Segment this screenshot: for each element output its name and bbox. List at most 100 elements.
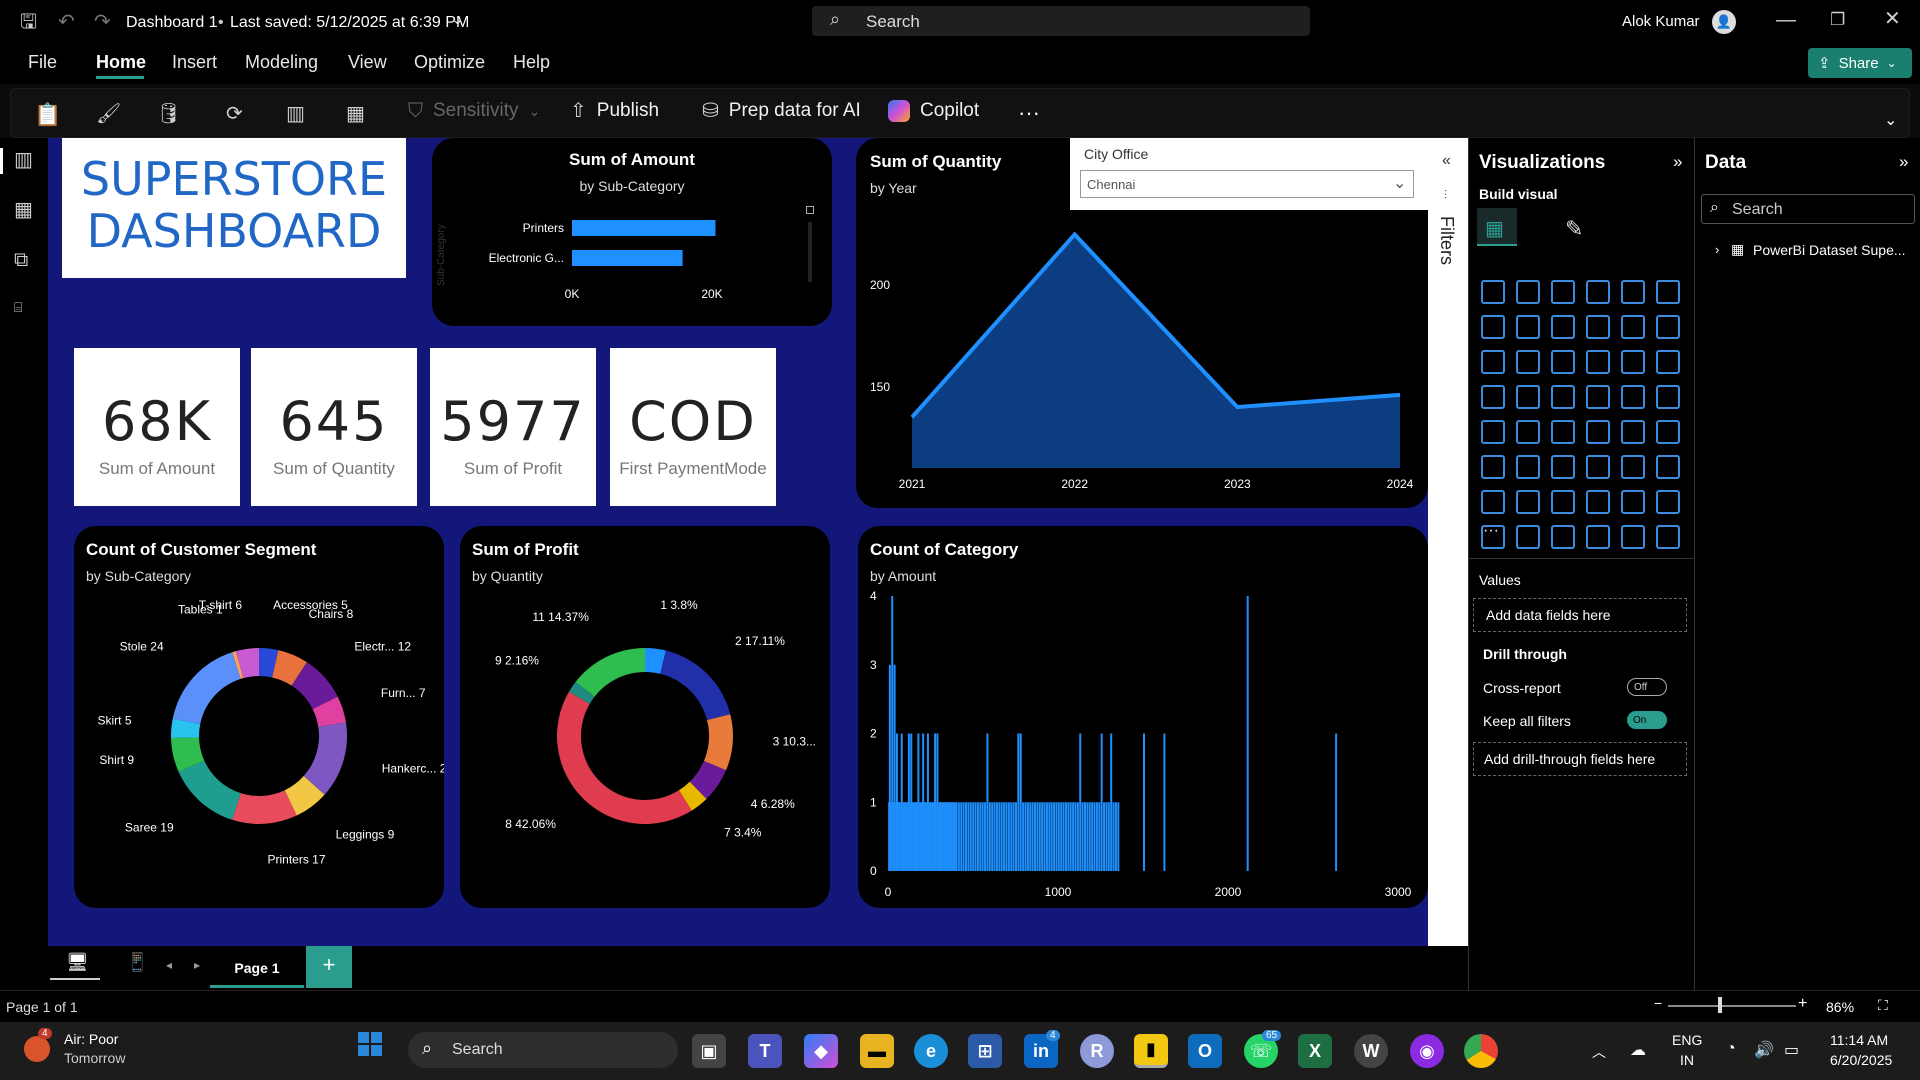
visual-type-icon[interactable] bbox=[1481, 490, 1505, 514]
menu-view[interactable]: View bbox=[348, 52, 387, 73]
visual-type-icon[interactable] bbox=[1656, 455, 1680, 479]
wordpress-icon[interactable]: W bbox=[1354, 1034, 1388, 1068]
donut-card-profit[interactable]: Sum of Profit by Quantity 1 3.8% 2 17.11%… bbox=[460, 526, 830, 908]
bar-card-amount[interactable]: Sum of Amount by Sub-Category Sub-Catego… bbox=[432, 138, 832, 326]
data-search-input[interactable]: ⌕ Search bbox=[1701, 194, 1915, 224]
menu-modeling[interactable]: Modeling bbox=[245, 52, 318, 73]
weather-icon[interactable] bbox=[24, 1036, 50, 1062]
visual-type-icon[interactable] bbox=[1621, 420, 1645, 444]
visual-type-icon[interactable] bbox=[1621, 315, 1645, 339]
r-app-icon[interactable]: R bbox=[1080, 1034, 1114, 1068]
slicer-dropdown[interactable]: Chennai ⌄ bbox=[1080, 170, 1414, 198]
visual-type-icon[interactable] bbox=[1481, 455, 1505, 479]
add-data-fields-well[interactable]: Add data fields here bbox=[1473, 598, 1687, 632]
dataset-name[interactable]: PowerBi Dataset Supe... bbox=[1753, 242, 1906, 258]
calculator-icon[interactable]: ▦ bbox=[346, 104, 365, 124]
menu-help[interactable]: Help bbox=[513, 52, 550, 73]
page-tab-1[interactable]: Page 1 bbox=[210, 946, 304, 988]
visual-type-icon[interactable] bbox=[1586, 455, 1610, 479]
menu-optimize[interactable]: Optimize bbox=[414, 52, 485, 73]
visual-type-icon[interactable] bbox=[1551, 420, 1575, 444]
visual-type-icon[interactable] bbox=[1656, 385, 1680, 409]
chevron-down-icon[interactable]: ⌄ bbox=[1884, 110, 1897, 130]
visual-type-icon[interactable] bbox=[1516, 315, 1540, 339]
visual-type-icon[interactable] bbox=[1586, 350, 1610, 374]
more-visuals-icon[interactable]: ··· bbox=[1483, 522, 1499, 540]
get-data-icon[interactable]: 🛢 bbox=[156, 104, 181, 124]
zoom-out-icon[interactable]: − bbox=[1654, 995, 1662, 1011]
mobile-icon[interactable]: 📱 bbox=[126, 952, 148, 973]
add-drillthrough-well[interactable]: Add drill-through fields here bbox=[1473, 742, 1687, 776]
search-box[interactable]: ⌕ Search bbox=[812, 6, 1310, 36]
new-visual-icon[interactable]: ▥ bbox=[286, 104, 305, 124]
filters-pane-collapsed[interactable]: « ⫶ Filters bbox=[1428, 138, 1468, 946]
visual-type-icon[interactable] bbox=[1551, 455, 1575, 479]
visual-type-icon[interactable] bbox=[1621, 350, 1645, 374]
redo-icon[interactable]: ↷ bbox=[94, 12, 111, 32]
clock-time[interactable]: 11:14 AM bbox=[1830, 1032, 1888, 1048]
visual-type-icon[interactable] bbox=[1656, 350, 1680, 374]
visual-type-icon[interactable] bbox=[1516, 280, 1540, 304]
undo-icon[interactable]: ↶ bbox=[58, 12, 75, 32]
language-code[interactable]: ENG bbox=[1672, 1032, 1702, 1048]
visual-type-icon[interactable] bbox=[1656, 315, 1680, 339]
visual-type-icon[interactable] bbox=[1481, 420, 1505, 444]
donut-card-segment[interactable]: Count of Customer Segment by Sub-Categor… bbox=[74, 526, 444, 908]
chevron-down-icon[interactable]: ⌄ bbox=[452, 12, 463, 28]
paste-icon[interactable]: 📋 bbox=[34, 104, 61, 126]
share-button[interactable]: ⇪ Share ⌄ bbox=[1808, 48, 1912, 78]
chevron-left-icon[interactable]: « bbox=[1442, 152, 1451, 170]
restore-icon[interactable]: ❐ bbox=[1830, 11, 1845, 28]
filters-label[interactable]: Filters bbox=[1436, 216, 1457, 265]
visual-type-icon[interactable] bbox=[1481, 350, 1505, 374]
visual-type-icon[interactable] bbox=[1551, 525, 1575, 549]
wifi-icon[interactable]: ◔ bbox=[1726, 1040, 1736, 1058]
visual-type-icon[interactable] bbox=[1586, 385, 1610, 409]
report-view-icon[interactable]: ▥ bbox=[14, 150, 33, 170]
chevron-right-icon[interactable]: › bbox=[1715, 242, 1719, 257]
visual-type-icon[interactable] bbox=[1586, 525, 1610, 549]
visual-type-icon[interactable] bbox=[1516, 455, 1540, 479]
visual-type-icon[interactable] bbox=[1656, 420, 1680, 444]
file-explorer-icon[interactable]: ▬ bbox=[860, 1034, 894, 1068]
publish-button[interactable]: ⇧ Publish bbox=[570, 100, 659, 122]
avatar[interactable]: 👤 bbox=[1712, 10, 1736, 34]
visual-type-icon[interactable] bbox=[1516, 420, 1540, 444]
table-view-icon[interactable]: ▦ bbox=[14, 200, 33, 220]
network-cloud-icon[interactable]: ☁ bbox=[1630, 1040, 1646, 1060]
visual-type-icon[interactable] bbox=[1516, 350, 1540, 374]
prev-page-icon[interactable]: ◂ bbox=[166, 958, 172, 972]
menu-file[interactable]: File bbox=[28, 52, 57, 73]
cross-report-toggle[interactable]: Off bbox=[1627, 678, 1667, 696]
bar-card-category[interactable]: Count of Category by Amount 0 1 2 3 4 0 1000 20… bbox=[858, 526, 1428, 908]
keep-filters-toggle[interactable]: On bbox=[1627, 711, 1667, 729]
visual-type-icon[interactable] bbox=[1621, 385, 1645, 409]
menu-home[interactable]: Home bbox=[96, 52, 146, 73]
github-desktop-icon[interactable]: ◉ bbox=[1410, 1034, 1444, 1068]
chevron-right-icon[interactable]: » bbox=[1899, 152, 1908, 172]
powerbi-icon[interactable]: ▮ bbox=[1134, 1034, 1168, 1068]
kpi-sum-profit[interactable]: 5977 Sum of Profit bbox=[430, 348, 596, 506]
visual-type-icon[interactable] bbox=[1621, 525, 1645, 549]
visual-type-icon[interactable] bbox=[1551, 385, 1575, 409]
store-icon[interactable]: ⊞ bbox=[968, 1034, 1002, 1068]
visual-type-icon[interactable] bbox=[1586, 280, 1610, 304]
dax-query-icon[interactable]: ⌸ bbox=[14, 300, 22, 314]
task-view-icon[interactable]: ▣ bbox=[692, 1034, 726, 1068]
model-view-icon[interactable]: ⧉ bbox=[14, 250, 28, 270]
format-painter-icon[interactable]: 🖌 bbox=[96, 104, 121, 124]
visual-type-icon[interactable] bbox=[1551, 280, 1575, 304]
focus-mode-icon[interactable] bbox=[806, 206, 814, 214]
visual-type-icon[interactable] bbox=[1656, 490, 1680, 514]
copilot-button[interactable]: Copilot bbox=[888, 100, 979, 122]
next-page-icon[interactable]: ▸ bbox=[194, 958, 200, 972]
visual-type-icon[interactable] bbox=[1551, 350, 1575, 374]
city-office-slicer[interactable]: City Office Chennai ⌄ bbox=[1070, 138, 1428, 210]
close-icon[interactable]: ✕ bbox=[1884, 9, 1901, 29]
document-title[interactable]: Dashboard 1 bbox=[126, 14, 218, 32]
outlook-icon[interactable]: O bbox=[1188, 1034, 1222, 1068]
visual-type-icon[interactable] bbox=[1551, 315, 1575, 339]
fit-page-icon[interactable]: ⛶ bbox=[1878, 997, 1888, 1014]
visual-type-icon[interactable] bbox=[1586, 315, 1610, 339]
visual-type-icon[interactable] bbox=[1481, 315, 1505, 339]
